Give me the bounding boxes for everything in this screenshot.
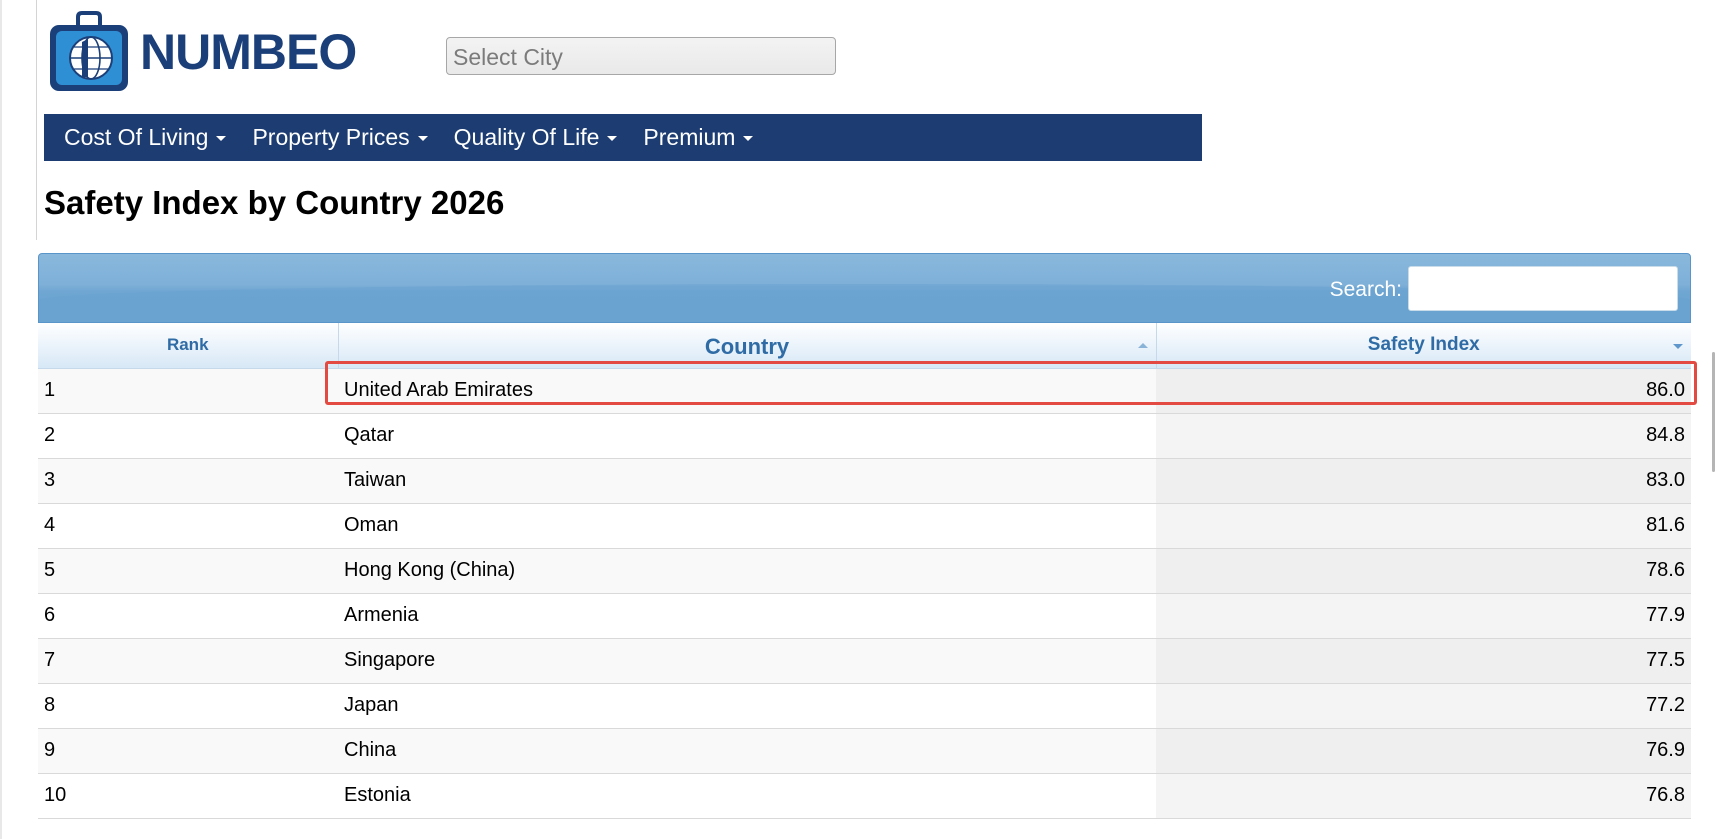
- table-header-row: Rank Country Safety Index: [38, 323, 1691, 369]
- safety-index-cell: 77.5: [1156, 638, 1691, 684]
- nav-premium[interactable]: Premium: [643, 124, 754, 151]
- rank-cell: 9: [38, 728, 338, 774]
- safety-index-cell: 78.6: [1156, 548, 1691, 594]
- safety-index-table: Search: Rank Country Safety Index 1 Unit…: [38, 253, 1691, 819]
- column-header-rank[interactable]: Rank: [38, 323, 339, 369]
- rank-cell: 1: [38, 368, 338, 414]
- table-row[interactable]: 6 Armenia 77.9: [38, 593, 1691, 639]
- caret-down-icon: [607, 136, 618, 141]
- table-search-input[interactable]: [1408, 266, 1678, 311]
- safety-index-cell: 81.6: [1156, 503, 1691, 549]
- ranking-table: Rank Country Safety Index 1 United Arab …: [38, 323, 1691, 819]
- country-cell[interactable]: Hong Kong (China): [338, 548, 1156, 594]
- country-cell[interactable]: Oman: [338, 503, 1156, 549]
- safety-index-cell: 76.8: [1156, 773, 1691, 819]
- page-edge: [0, 0, 2, 839]
- column-header-safety-index[interactable]: Safety Index: [1156, 323, 1691, 369]
- nav-label: Premium: [643, 124, 736, 150]
- country-cell[interactable]: Armenia: [338, 593, 1156, 639]
- table-row[interactable]: 10 Estonia 76.8: [38, 773, 1691, 819]
- table-row[interactable]: 8 Japan 77.2: [38, 683, 1691, 729]
- column-header-safety-label: Safety Index: [1367, 334, 1480, 356]
- country-cell[interactable]: Qatar: [338, 413, 1156, 459]
- rank-cell: 10: [38, 773, 338, 819]
- table-row[interactable]: 1 United Arab Emirates 86.0: [38, 368, 1691, 414]
- table-row[interactable]: 2 Qatar 84.8: [38, 413, 1691, 459]
- rank-cell: 5: [38, 548, 338, 594]
- rank-cell: 6: [38, 593, 338, 639]
- table-row[interactable]: 7 Singapore 77.5: [38, 638, 1691, 684]
- column-header-country[interactable]: Country: [338, 323, 1157, 369]
- numbeo-suitcase-globe-icon: [48, 11, 130, 93]
- nav-property-prices[interactable]: Property Prices: [252, 124, 428, 151]
- rank-cell: 2: [38, 413, 338, 459]
- caret-down-icon: [216, 136, 227, 141]
- nav-label: Property Prices: [252, 124, 410, 150]
- table-row[interactable]: 9 China 76.9: [38, 728, 1691, 774]
- search-label: Search:: [1329, 278, 1402, 301]
- table-row[interactable]: 3 Taiwan 83.0: [38, 458, 1691, 504]
- sort-asc-icon: [1137, 343, 1148, 348]
- column-header-country-label: Country: [704, 334, 790, 360]
- brand-name: NUMBEO: [140, 24, 357, 80]
- nav-cost-of-living[interactable]: Cost Of Living: [64, 124, 227, 151]
- rank-cell: 8: [38, 683, 338, 729]
- scrollbar-thumb[interactable]: [1712, 352, 1715, 472]
- country-cell[interactable]: Estonia: [338, 773, 1156, 819]
- caret-down-icon: [743, 136, 754, 141]
- rank-cell: 7: [38, 638, 338, 684]
- table-row[interactable]: 4 Oman 81.6: [38, 503, 1691, 549]
- nav-label: Cost Of Living: [64, 124, 209, 150]
- sort-desc-icon: [1673, 344, 1683, 349]
- country-cell[interactable]: Singapore: [338, 638, 1156, 684]
- caret-down-icon: [417, 136, 428, 141]
- country-cell[interactable]: Taiwan: [338, 458, 1156, 504]
- rank-cell: 4: [38, 503, 338, 549]
- numbeo-logo[interactable]: NUMBEO: [48, 10, 357, 94]
- rank-cell: 3: [38, 458, 338, 504]
- table-row[interactable]: 5 Hong Kong (China) 78.6: [38, 548, 1691, 594]
- nav-label: Quality Of Life: [453, 124, 600, 150]
- safety-index-cell: 76.9: [1156, 728, 1691, 774]
- safety-index-cell: 84.8: [1156, 413, 1691, 459]
- country-cell[interactable]: Japan: [338, 683, 1156, 729]
- main-nav: Cost Of Living Property Prices Quality O…: [44, 114, 1202, 161]
- country-cell[interactable]: China: [338, 728, 1156, 774]
- country-cell[interactable]: United Arab Emirates: [338, 368, 1156, 414]
- header-divider: [36, 0, 37, 240]
- nav-quality-of-life[interactable]: Quality Of Life: [454, 124, 618, 151]
- safety-index-cell: 77.9: [1156, 593, 1691, 639]
- safety-index-cell: 83.0: [1156, 458, 1691, 504]
- city-search-input[interactable]: Select City: [446, 37, 836, 75]
- page-title: Safety Index by Country 2026: [44, 184, 505, 221]
- table-toolbar: Search:: [38, 253, 1691, 323]
- safety-index-cell: 77.2: [1156, 683, 1691, 729]
- safety-index-cell: 86.0: [1156, 368, 1691, 414]
